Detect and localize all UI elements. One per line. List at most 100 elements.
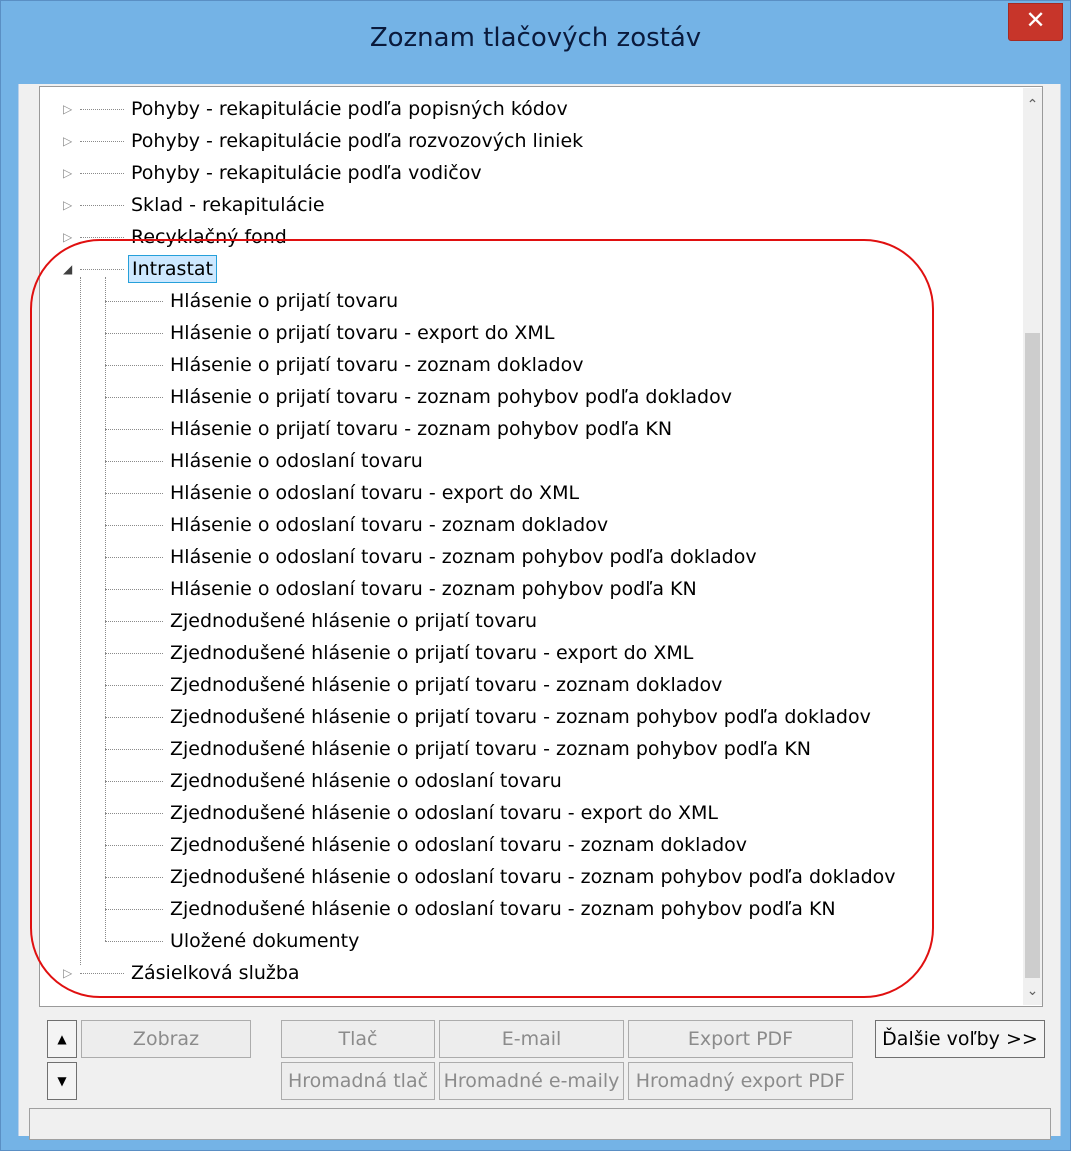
tree-child-item[interactable]: Hlásenie o odoslaní tovaru - zoznam pohy… (167, 574, 700, 604)
tree-connector-line (105, 717, 163, 718)
hromadny-export-pdf-button[interactable]: Hromadný export PDF (628, 1062, 853, 1100)
tree-item-label: Sklad - rekapitulácie (131, 194, 325, 216)
scroll-down-arrow-icon[interactable]: ⌄ (1023, 980, 1042, 1002)
tree-child-item[interactable]: Zjednodušené hlásenie o prijatí tovaru -… (167, 638, 696, 668)
tree-child-item[interactable]: Hlásenie o prijatí tovaru - zoznam pohyb… (167, 382, 735, 412)
report-tree[interactable]: ⌃ ⌄ ▷ Pohyby - rekapitulácie podľa popisn… (39, 86, 1043, 1007)
tree-child-item[interactable]: Zjednodušené hlásenie o odoslaní tovaru … (167, 798, 721, 828)
status-bar (29, 1108, 1051, 1140)
expanded-arrow-icon[interactable]: ◢ (63, 261, 77, 277)
tree-item[interactable]: Sklad - rekapitulácie (128, 190, 328, 220)
tree-connector-line (105, 365, 163, 366)
tlac-button[interactable]: Tlač (281, 1020, 435, 1058)
tree-child-item[interactable]: Hlásenie o prijatí tovaru (167, 286, 401, 316)
tree-item-label: Hlásenie o odoslaní tovaru - zoznam pohy… (170, 546, 757, 568)
dalsie-volby-button[interactable]: Ďalšie voľby >> (875, 1020, 1045, 1058)
tree-item-label: Hlásenie o prijatí tovaru - zoznam pohyb… (170, 386, 732, 408)
tree-connector-line (105, 749, 163, 750)
tree-item-label: Pohyby - rekapitulácie podľa vodičov (131, 162, 482, 184)
tree-connector-line (105, 493, 163, 494)
tree-connector-line (80, 173, 124, 174)
move-up-button[interactable]: ▲ (47, 1020, 77, 1058)
tree-child-item[interactable]: Zjednodušené hlásenie o prijatí tovaru -… (167, 734, 814, 764)
tree-connector-line (105, 397, 163, 398)
window-title: Zoznam tlačových zostáv (369, 23, 702, 53)
tree-item[interactable]: Zásielková služba (128, 958, 303, 988)
tree-item-label: Pohyby - rekapitulácie podľa rozvozových… (131, 130, 584, 152)
tree-item-label: Zjednodušené hlásenie o prijatí tovaru (170, 610, 538, 632)
zobraz-button[interactable]: Zobraz (81, 1020, 251, 1058)
tree-child-item[interactable]: Hlásenie o odoslaní tovaru - zoznam pohy… (167, 542, 760, 572)
tree-child-item[interactable]: Zjednodušené hlásenie o odoslaní tovaru … (167, 894, 839, 924)
tree-connector-line (105, 909, 163, 910)
tree-item-label: Hlásenie o prijatí tovaru (170, 290, 399, 312)
tree-child-item[interactable]: Zjednodušené hlásenie o prijatí tovaru -… (167, 670, 725, 700)
tree-child-item[interactable]: Zjednodušené hlásenie o odoslaní tovaru (167, 766, 565, 796)
tree-connector-line (105, 429, 163, 430)
tree-child-item[interactable]: Hlásenie o odoslaní tovaru (167, 446, 426, 476)
tree-child-item[interactable]: Uložené dokumenty (167, 926, 362, 956)
tree-connector-line (105, 653, 163, 654)
export-pdf-button[interactable]: Export PDF (628, 1020, 853, 1058)
close-button[interactable]: ✕ (1008, 3, 1063, 41)
title-bar[interactable]: Zoznam tlačových zostáv ✕ (1, 1, 1070, 83)
tree-connector-line (80, 141, 124, 142)
tree-item-intrastat[interactable]: Intrastat (128, 254, 217, 284)
tree-item-label: Pohyby - rekapitulácie podľa popisných k… (131, 98, 568, 120)
tree-connector-line (105, 525, 163, 526)
tree-item-label: Hlásenie o odoslaní tovaru - zoznam pohy… (170, 578, 697, 600)
tree-connector-line (105, 685, 163, 686)
tree-item-label: Uložené dokumenty (170, 930, 360, 952)
vertical-scrollbar[interactable]: ⌃ ⌄ (1023, 88, 1042, 1005)
hromadna-tlac-button[interactable]: Hromadná tlač (281, 1062, 435, 1100)
tree-root-connector (80, 277, 81, 965)
tree-item-label: Hlásenie o prijatí tovaru - zoznam dokla… (170, 354, 584, 376)
tree-child-item[interactable]: Zjednodušené hlásenie o odoslaní tovaru … (167, 830, 750, 860)
tree-child-item[interactable]: Hlásenie o odoslaní tovaru - export do X… (167, 478, 582, 508)
tree-item[interactable]: Recyklačný fond (128, 222, 290, 252)
tree-item[interactable]: Pohyby - rekapitulácie podľa popisných k… (128, 94, 571, 124)
collapsed-arrow-icon[interactable]: ▷ (63, 197, 77, 213)
tree-item[interactable]: Pohyby - rekapitulácie podľa vodičov (128, 158, 485, 188)
scroll-up-arrow-icon[interactable]: ⌃ (1023, 94, 1042, 116)
tree-child-item[interactable]: Hlásenie o prijatí tovaru - export do XM… (167, 318, 557, 348)
tree-connector-line (80, 205, 124, 206)
tree-item-label: Zjednodušené hlásenie o prijatí tovaru -… (170, 642, 694, 664)
scrollbar-thumb[interactable] (1025, 333, 1040, 978)
collapsed-arrow-icon[interactable]: ▷ (63, 965, 77, 981)
collapsed-arrow-icon[interactable]: ▷ (63, 165, 77, 181)
tree-child-item[interactable]: Hlásenie o prijatí tovaru - zoznam pohyb… (167, 414, 675, 444)
move-down-button[interactable]: ▼ (47, 1062, 77, 1100)
tree-child-item[interactable]: Hlásenie o odoslaní tovaru - zoznam dokl… (167, 510, 611, 540)
tree-child-item[interactable]: Zjednodušené hlásenie o prijatí tovaru (167, 606, 540, 636)
tree-connector-line (105, 621, 163, 622)
tree-connector-line (105, 557, 163, 558)
tree-item-label: Intrastat (128, 255, 217, 283)
tree-connector-line (80, 269, 124, 270)
email-button[interactable]: E-mail (439, 1020, 624, 1058)
hromadne-emaily-button[interactable]: Hromadné e-maily (439, 1062, 624, 1100)
tree-connector-line (105, 589, 163, 590)
tree-item-label: Zjednodušené hlásenie o prijatí tovaru -… (170, 706, 871, 728)
tree-connector-line (105, 877, 163, 878)
tree-connector-line (105, 461, 163, 462)
client-area: ⌃ ⌄ ▷ Pohyby - rekapitulácie podľa popisn… (18, 84, 1061, 1140)
tree-vertical-connector (105, 277, 106, 941)
tree-child-item[interactable]: Zjednodušené hlásenie o prijatí tovaru -… (167, 702, 874, 732)
tree-connector-line (105, 941, 163, 942)
tree-connector-line (80, 109, 124, 110)
tree-connector-line (80, 237, 124, 238)
tree-child-item[interactable]: Zjednodušené hlásenie o odoslaní tovaru … (167, 862, 899, 892)
collapsed-arrow-icon[interactable]: ▷ (63, 101, 77, 117)
tree-item-label: Zásielková služba (131, 962, 300, 984)
tree-item-label: Zjednodušené hlásenie o odoslaní tovaru (170, 770, 562, 792)
tree-connector-line (80, 973, 124, 974)
tree-item[interactable]: Pohyby - rekapitulácie podľa rozvozových… (128, 126, 586, 156)
tree-item-label: Hlásenie o prijatí tovaru - export do XM… (170, 322, 555, 344)
close-icon: ✕ (1025, 6, 1046, 34)
tree-item-label: Zjednodušené hlásenie o odoslaní tovaru … (170, 834, 748, 856)
tree-connector-line (105, 845, 163, 846)
collapsed-arrow-icon[interactable]: ▷ (63, 133, 77, 149)
collapsed-arrow-icon[interactable]: ▷ (63, 229, 77, 245)
tree-child-item[interactable]: Hlásenie o prijatí tovaru - zoznam dokla… (167, 350, 586, 380)
